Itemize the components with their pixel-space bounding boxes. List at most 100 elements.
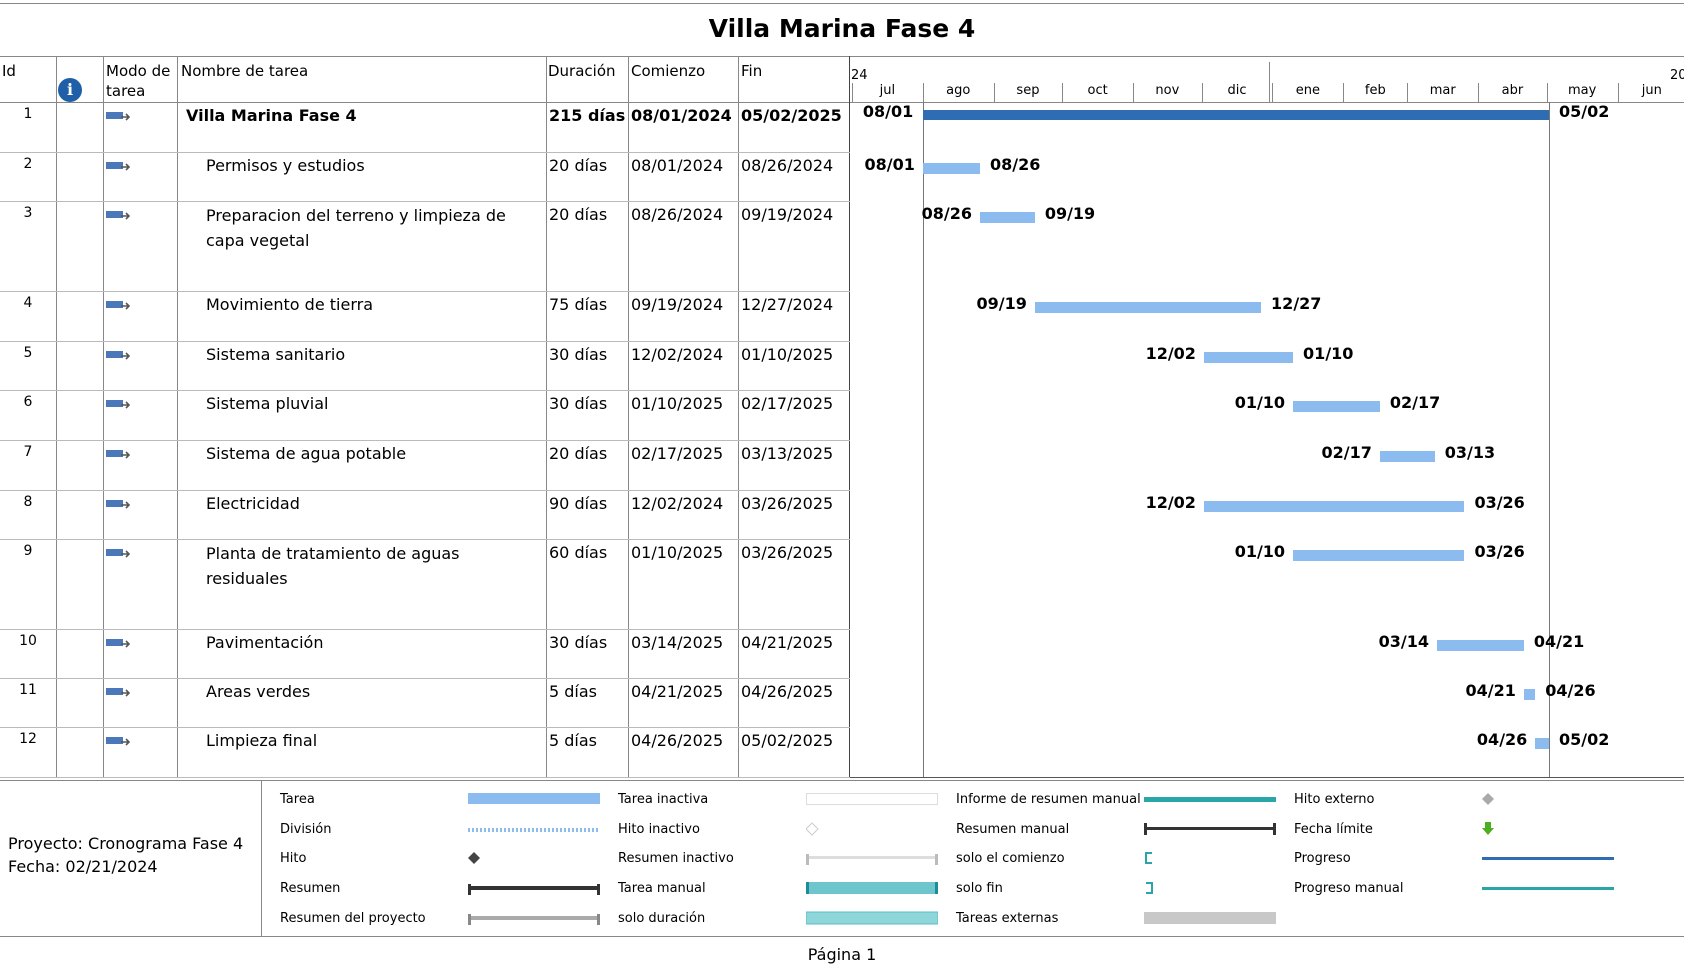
page-title: Villa Marina Fase 4 [708, 14, 976, 43]
auto-schedule-icon [106, 112, 130, 121]
task-bar[interactable] [1437, 640, 1524, 651]
row-divider [0, 291, 850, 292]
auto-schedule-icon [106, 688, 130, 697]
legend-label: División [280, 822, 332, 837]
inactive-task-legend-bar [806, 793, 938, 805]
task-name: Sistema pluvial [206, 394, 329, 413]
task-id: 3 [23, 205, 33, 221]
bar-start-label: 12/02 [1145, 344, 1196, 363]
summary-bar[interactable] [922, 110, 1549, 120]
task-bar[interactable] [1203, 352, 1294, 363]
task-name: Areas verdes [206, 682, 311, 701]
project-summary-legend-bar [468, 914, 600, 925]
gantt-page: Villa Marina Fase 4 Id i Modo de tarea N… [0, 0, 1684, 977]
bar-start-label: 08/01 [864, 155, 915, 174]
auto-schedule-icon [106, 450, 130, 459]
legend-top-line [0, 780, 1684, 781]
auto-schedule-icon [106, 162, 130, 171]
finish-only-bracket-icon [1146, 882, 1153, 894]
task-duration: 20 días [549, 156, 608, 175]
bar-end-label: 05/02 [1559, 102, 1610, 121]
col-header-duration: Duración [548, 62, 616, 80]
task-start: 12/02/2024 [631, 345, 724, 364]
month-label: sep [1016, 83, 1040, 98]
auto-schedule-icon [106, 500, 130, 509]
task-bar[interactable] [1379, 451, 1435, 462]
project-date: Fecha: 02/21/2024 [8, 857, 158, 876]
row-divider [0, 629, 850, 630]
legend-sep [261, 780, 262, 936]
month-label: ene [1295, 83, 1321, 98]
col-sep [103, 56, 104, 777]
month-label: oct [1087, 83, 1108, 98]
col-header-mode: Modo de tarea [106, 62, 171, 100]
month-label: dic [1227, 83, 1247, 98]
task-duration: 75 días [549, 295, 608, 314]
task-finish: 04/26/2025 [741, 682, 834, 701]
task-id: 11 [19, 682, 37, 698]
legend-project-info: Proyecto: Cronograma Fase 4 Fecha: 02/21… [8, 832, 243, 878]
task-bar[interactable] [1523, 689, 1536, 700]
bar-end-label: 03/13 [1444, 443, 1496, 462]
month-label: nov [1155, 83, 1180, 98]
manual-summary-rollup-legend-bar [1144, 797, 1276, 802]
auto-schedule-icon [106, 549, 130, 558]
task-id: 10 [19, 633, 37, 649]
project-name: Proyecto: Cronograma Fase 4 [8, 834, 244, 853]
task-bar[interactable] [922, 163, 980, 174]
legend-label: solo el comienzo [956, 851, 1065, 866]
col-header-finish: Fin [741, 62, 763, 80]
task-bar[interactable] [1203, 501, 1465, 512]
task-start: 08/01/2024 [631, 156, 724, 175]
task-bar[interactable] [979, 212, 1035, 223]
header-bottom-line [0, 102, 850, 103]
task-finish: 03/13/2025 [741, 444, 834, 463]
month-label: ago [946, 83, 971, 98]
task-id: 9 [23, 543, 33, 559]
bar-end-label: 03/26 [1474, 493, 1525, 512]
task-start: 08/26/2024 [631, 205, 724, 224]
legend-label: Resumen [280, 881, 341, 896]
legend-label: solo duración [618, 911, 706, 926]
bar-start-label: 12/02 [1145, 493, 1196, 512]
legend-label: Tareas externas [956, 911, 1059, 926]
chart-left-border [849, 56, 850, 777]
legend-label: Progreso manual [1294, 881, 1404, 896]
auto-schedule-icon [106, 211, 130, 220]
task-start: 04/26/2025 [631, 731, 724, 750]
task-id: 5 [23, 345, 33, 361]
task-start: 09/19/2024 [631, 295, 724, 314]
task-finish: 12/27/2024 [741, 295, 834, 314]
task-bar[interactable] [1034, 302, 1262, 313]
month-label: may [1567, 83, 1597, 98]
task-bar[interactable] [1535, 738, 1549, 749]
external-milestone-icon [1482, 793, 1494, 805]
task-name: Permisos y estudios [206, 156, 365, 175]
split-legend-line [468, 828, 600, 832]
task-duration: 20 días [549, 205, 608, 224]
task-id: 7 [23, 444, 33, 460]
task-finish: 03/26/2025 [741, 543, 834, 562]
row-divider [0, 341, 850, 342]
bar-end-label: 04/26 [1545, 681, 1596, 700]
task-finish: 02/17/2025 [741, 394, 834, 413]
year-label-left: 24 [851, 68, 868, 83]
bar-start-label: 01/10 [1234, 542, 1286, 561]
task-id: 1 [23, 106, 33, 122]
manual-progress-legend-line [1482, 887, 1614, 890]
bar-end-label: 04/21 [1533, 632, 1585, 651]
project-boundary-line [1549, 102, 1550, 777]
task-duration: 90 días [549, 494, 608, 513]
auto-schedule-icon [106, 737, 130, 746]
bar-start-label: 09/19 [976, 294, 1027, 313]
row-divider [0, 152, 850, 153]
legend-label: Resumen inactivo [618, 851, 734, 866]
task-bar[interactable] [1293, 401, 1380, 412]
legend-bottom-line [0, 936, 1684, 937]
task-bar[interactable] [1293, 550, 1465, 561]
deadline-arrow-icon [1482, 822, 1494, 835]
month-label: jul [879, 83, 896, 98]
task-duration: 60 días [549, 543, 608, 562]
task-start: 01/10/2025 [631, 394, 724, 413]
task-start: 03/14/2025 [631, 633, 724, 652]
